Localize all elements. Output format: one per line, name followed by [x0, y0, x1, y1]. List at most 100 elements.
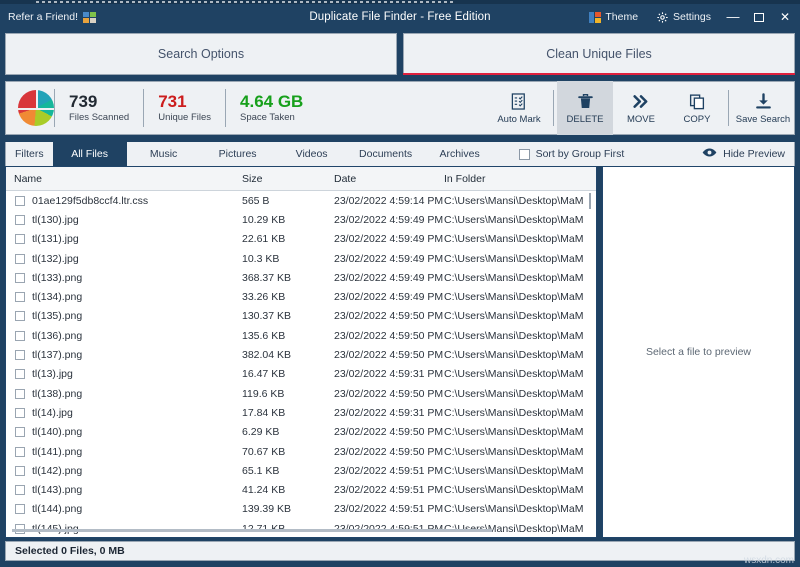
- cell-folder: C:\Users\Mansi\Desktop\MaM: [444, 272, 596, 284]
- hide-preview-button[interactable]: Hide Preview: [702, 142, 794, 166]
- cell-folder: C:\Users\Mansi\Desktop\MaM: [444, 446, 596, 458]
- theme-button[interactable]: Theme: [580, 11, 647, 23]
- filter-tab-music[interactable]: Music: [127, 142, 201, 166]
- row-checkbox[interactable]: [15, 292, 25, 302]
- hide-preview-label: Hide Preview: [723, 148, 785, 160]
- row-checkbox[interactable]: [15, 215, 25, 225]
- cell-date: 23/02/2022 4:59:49 PM: [334, 291, 444, 303]
- delete-button[interactable]: DELETE: [557, 81, 613, 135]
- filter-tab-all-files[interactable]: All Files: [53, 142, 127, 166]
- stats-toolbar: 739 Files Scanned 731 Unique Files 4.64 …: [5, 81, 795, 135]
- copy-icon: [688, 91, 706, 111]
- refer-a-friend-label: Refer a Friend!: [8, 11, 78, 23]
- table-row[interactable]: tl(135).png130.37 KB23/02/2022 4:59:50 P…: [6, 307, 596, 326]
- copy-button[interactable]: COPY: [669, 81, 725, 135]
- move-button[interactable]: MOVE: [613, 81, 669, 135]
- row-checkbox[interactable]: [15, 350, 25, 360]
- cell-name: tl(142).png: [32, 465, 242, 477]
- table-row[interactable]: tl(140).png6.29 KB23/02/2022 4:59:50 PMC…: [6, 423, 596, 442]
- table-row[interactable]: tl(142).png65.1 KB23/02/2022 4:59:51 PMC…: [6, 461, 596, 480]
- row-checkbox[interactable]: [15, 369, 25, 379]
- column-header-name[interactable]: Name: [6, 173, 242, 185]
- checklist-icon: [510, 91, 529, 111]
- filter-tab-pictures[interactable]: Pictures: [201, 142, 275, 166]
- cell-date: 23/02/2022 4:59:50 PM: [334, 446, 444, 458]
- row-checkbox[interactable]: [15, 234, 25, 244]
- column-header-in-folder[interactable]: In Folder: [444, 173, 596, 185]
- tab-clean-unique-files[interactable]: Clean Unique Files: [403, 33, 795, 75]
- row-checkbox[interactable]: [15, 504, 25, 514]
- vertical-scrollbar[interactable]: [587, 193, 594, 533]
- filter-tab-videos[interactable]: Videos: [275, 142, 349, 166]
- unique-files-value: 731: [158, 93, 211, 111]
- cell-folder: C:\Users\Mansi\Desktop\MaM: [444, 310, 596, 322]
- column-header-date[interactable]: Date: [334, 173, 444, 185]
- table-row[interactable]: tl(143).png41.24 KB23/02/2022 4:59:51 PM…: [6, 480, 596, 499]
- theme-label: Theme: [605, 11, 638, 23]
- tab-search-options[interactable]: Search Options: [5, 33, 397, 75]
- download-icon: [754, 91, 773, 111]
- cell-folder: C:\Users\Mansi\Desktop\MaM: [444, 368, 596, 380]
- column-header-size[interactable]: Size: [242, 173, 334, 185]
- cell-date: 23/02/2022 4:59:49 PM: [334, 272, 444, 284]
- row-checkbox[interactable]: [15, 447, 25, 457]
- horizontal-scrollbar[interactable]: [12, 528, 590, 533]
- tab-search-options-label: Search Options: [158, 47, 244, 61]
- row-checkbox[interactable]: [15, 389, 25, 399]
- toolbar-separator-2: [728, 90, 729, 126]
- horizontal-scrollbar-thumb[interactable]: [12, 529, 492, 532]
- row-checkbox[interactable]: [15, 254, 25, 264]
- settings-button[interactable]: Settings: [647, 11, 720, 24]
- cell-name: tl(141).png: [32, 446, 242, 458]
- table-row[interactable]: tl(138).png119.6 KB23/02/2022 4:59:50 PM…: [6, 384, 596, 403]
- cell-folder: C:\Users\Mansi\Desktop\MaM: [444, 349, 596, 361]
- row-checkbox[interactable]: [15, 331, 25, 341]
- table-row[interactable]: tl(137).png382.04 KB23/02/2022 4:59:50 P…: [6, 345, 596, 364]
- row-checkbox[interactable]: [15, 273, 25, 283]
- row-checkbox[interactable]: [15, 427, 25, 437]
- filter-tab-archives[interactable]: Archives: [423, 142, 497, 166]
- watermark: wsxdn.com: [744, 555, 794, 566]
- table-row[interactable]: tl(13).jpg16.47 KB23/02/2022 4:59:31 PMC…: [6, 365, 596, 384]
- table-row[interactable]: tl(131).jpg22.61 KB23/02/2022 4:59:49 PM…: [6, 230, 596, 249]
- table-row[interactable]: tl(141).png70.67 KB23/02/2022 4:59:50 PM…: [6, 442, 596, 461]
- table-row[interactable]: tl(130).jpg10.29 KB23/02/2022 4:59:49 PM…: [6, 210, 596, 229]
- delete-label: DELETE: [567, 114, 604, 125]
- row-checkbox[interactable]: [15, 408, 25, 418]
- cell-size: 33.26 KB: [242, 291, 334, 303]
- table-row[interactable]: tl(144).png139.39 KB23/02/2022 4:59:51 P…: [6, 500, 596, 519]
- table-row[interactable]: tl(14).jpg17.84 KB23/02/2022 4:59:31 PMC…: [6, 403, 596, 422]
- pie-chart-icon: [18, 90, 54, 126]
- auto-mark-button[interactable]: Auto Mark: [488, 81, 550, 135]
- cell-folder: C:\Users\Mansi\Desktop\MaM: [444, 388, 596, 400]
- row-checkbox[interactable]: [15, 466, 25, 476]
- close-button[interactable]: ✕: [772, 4, 798, 30]
- file-list-rows: 01ae129f5db8ccf4.ltr.css565 B23/02/2022 …: [6, 191, 596, 537]
- maximize-button[interactable]: [746, 4, 772, 30]
- cell-name: tl(140).png: [32, 426, 242, 438]
- table-row[interactable]: 01ae129f5db8ccf4.ltr.css565 B23/02/2022 …: [6, 191, 596, 210]
- cell-name: tl(136).png: [32, 330, 242, 342]
- table-row[interactable]: tl(136).png135.6 KB23/02/2022 4:59:50 PM…: [6, 326, 596, 345]
- filter-tab-documents[interactable]: Documents: [349, 142, 423, 166]
- row-checkbox[interactable]: [15, 311, 25, 321]
- save-search-button[interactable]: Save Search: [732, 81, 794, 135]
- cell-folder: C:\Users\Mansi\Desktop\MaM: [444, 291, 596, 303]
- minimize-button[interactable]: —: [720, 4, 746, 30]
- cell-size: 139.39 KB: [242, 503, 334, 515]
- row-checkbox[interactable]: [15, 485, 25, 495]
- cell-size: 119.6 KB: [242, 388, 334, 400]
- row-checkbox[interactable]: [15, 196, 25, 206]
- sort-by-group-first-checkbox[interactable]: Sort by Group First: [519, 142, 625, 166]
- table-row[interactable]: tl(134).png33.26 KB23/02/2022 4:59:49 PM…: [6, 287, 596, 306]
- vertical-scrollbar-thumb[interactable]: [589, 193, 591, 209]
- cell-size: 382.04 KB: [242, 349, 334, 361]
- table-row[interactable]: tl(133).png368.37 KB23/02/2022 4:59:49 P…: [6, 268, 596, 287]
- cell-size: 565 B: [242, 195, 334, 207]
- copy-label: COPY: [684, 114, 711, 125]
- tab-clean-unique-files-label: Clean Unique Files: [546, 47, 652, 61]
- cell-date: 23/02/2022 4:59:49 PM: [334, 253, 444, 265]
- refer-a-friend-button[interactable]: Refer a Friend!: [8, 11, 96, 23]
- space-taken-label: Space Taken: [240, 112, 303, 123]
- table-row[interactable]: tl(132).jpg10.3 KB23/02/2022 4:59:49 PMC…: [6, 249, 596, 268]
